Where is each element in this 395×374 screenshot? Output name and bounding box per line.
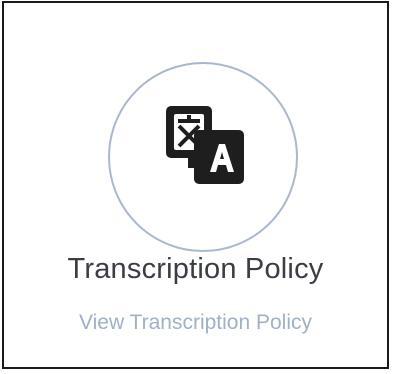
transcription-policy-card[interactable]: Transcription Policy View Transcription … <box>2 1 389 369</box>
card-title: Transcription Policy <box>67 253 324 285</box>
icon-circle <box>108 62 298 252</box>
view-policy-link[interactable]: View Transcription Policy <box>4 311 387 335</box>
translate-icon <box>166 106 244 184</box>
